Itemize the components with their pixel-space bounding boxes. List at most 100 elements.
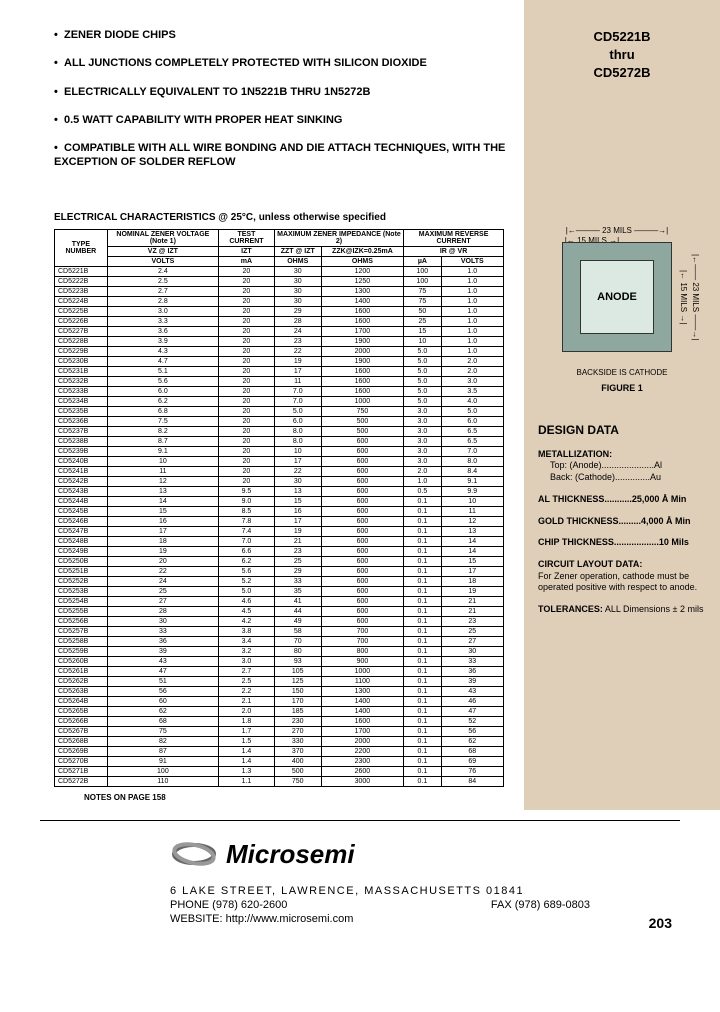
table-cell: 7.0	[274, 396, 321, 406]
table-cell: 75	[107, 726, 218, 736]
table-cell: 5.0	[404, 396, 441, 406]
table-cell: 4.2	[219, 616, 275, 626]
table-cell: 8.5	[219, 506, 275, 516]
table-cell: 0.1	[404, 506, 441, 516]
th-u-volts2: VOLTS	[441, 256, 503, 266]
table-cell: 230	[274, 716, 321, 726]
bullet-text: ALL JUNCTIONS COMPLETELY PROTECTED WITH …	[64, 57, 427, 69]
table-cell: 1300	[321, 286, 404, 296]
table-cell: 22	[274, 466, 321, 476]
table-row: CD5231B5.1201716005.02.0	[55, 366, 504, 376]
tol-label: TOLERANCES:	[538, 604, 603, 614]
th-vz: VZ @ IZT	[107, 246, 218, 256]
table-cell: 330	[274, 736, 321, 746]
right-column-top: CD5221B thru CD5272B	[524, 0, 720, 204]
table-cell: 2.5	[219, 676, 275, 686]
logo-row: Microsemi	[170, 839, 680, 870]
table-cell: 20	[219, 296, 275, 306]
table-cell: 1.4	[219, 756, 275, 766]
table-cell: 20	[219, 376, 275, 386]
table-cell: CD5255B	[55, 606, 108, 616]
datasheet-page: { "parts": { "top": "CD5221B", "mid": "t…	[0, 0, 720, 1012]
metallization-label: METALLIZATION:	[538, 449, 612, 459]
table-row: CD5257B333.8587000.125	[55, 626, 504, 636]
table-cell: 600	[321, 516, 404, 526]
table-cell: 29	[274, 566, 321, 576]
table-cell: 20	[219, 396, 275, 406]
table-cell: 76	[441, 766, 503, 776]
table-cell: 0.1	[404, 686, 441, 696]
table-cell: 9.5	[219, 486, 275, 496]
table-cell: 21	[441, 596, 503, 606]
table-cell: CD5258B	[55, 636, 108, 646]
th-ir: IR @ VR	[404, 246, 504, 256]
table-row: CD5221B2.4203012001001.0	[55, 266, 504, 276]
table-cell: 0.1	[404, 496, 441, 506]
table-cell: 0.1	[404, 636, 441, 646]
table-cell: CD5226B	[55, 316, 108, 326]
table-cell: 25	[107, 586, 218, 596]
table-cell: 11	[107, 466, 218, 476]
table-cell: 2600	[321, 766, 404, 776]
table-cell: 3.0	[404, 436, 441, 446]
table-head: TYPE NUMBER NOMINAL ZENER VOLTAGE (Note …	[55, 229, 504, 266]
table-cell: 4.6	[219, 596, 275, 606]
table-cell: 0.1	[404, 586, 441, 596]
table-cell: CD5231B	[55, 366, 108, 376]
table-cell: 3.4	[219, 636, 275, 646]
table-cell: 15	[107, 506, 218, 516]
footer: Microsemi 6 LAKE STREET, LAWRENCE, MASSA…	[0, 821, 720, 927]
table-cell: CD5262B	[55, 676, 108, 686]
table-cell: 3.0	[404, 416, 441, 426]
table-cell: 1700	[321, 726, 404, 736]
table-cell: 3.0	[404, 406, 441, 416]
table-cell: 0.1	[404, 576, 441, 586]
website: WEBSITE: http://www.microsemi.com	[170, 912, 680, 926]
table-cell: 7.0	[219, 536, 275, 546]
table-row: CD5243B139.5136000.59.9	[55, 486, 504, 496]
table-cell: 18	[107, 536, 218, 546]
gold-thickness: GOLD THICKNESS.........4,000 Å Min	[538, 516, 706, 528]
table-cell: 8.0	[274, 436, 321, 446]
table-cell: 1.3	[219, 766, 275, 776]
al-thickness: AL THICKNESS...........25,000 Å Min	[538, 494, 706, 506]
table-cell: 8.2	[107, 426, 218, 436]
table-row: CD5247B177.4196000.113	[55, 526, 504, 536]
table-cell: 20	[219, 306, 275, 316]
table-cell: 60	[107, 696, 218, 706]
table-row: CD5250B206.2256000.115	[55, 556, 504, 566]
table-cell: 91	[107, 756, 218, 766]
table-cell: 0.1	[404, 696, 441, 706]
bullet-item: •ELECTRICALLY EQUIVALENT TO 1N5221B THRU…	[54, 85, 512, 99]
table-cell: CD5225B	[55, 306, 108, 316]
ec-heading: ELECTRICAL CHARACTERISTICS @ 25°C, unles…	[54, 212, 504, 223]
table-cell: 20	[219, 436, 275, 446]
table-row: CD5253B255.0356000.119	[55, 586, 504, 596]
table-cell: 33	[107, 626, 218, 636]
table-cell: 400	[274, 756, 321, 766]
table-cell: 2.7	[219, 666, 275, 676]
table-cell: 27	[441, 636, 503, 646]
table-row: CD5240B1020176003.08.0	[55, 456, 504, 466]
table-cell: 3.0	[404, 426, 441, 436]
table-cell: 30	[274, 296, 321, 306]
table-cell: 82	[107, 736, 218, 746]
phone: PHONE (978) 620-2600	[170, 898, 287, 912]
table-cell: CD5270B	[55, 756, 108, 766]
table-cell: 600	[321, 466, 404, 476]
table-cell: 1600	[321, 316, 404, 326]
table-cell: 20	[219, 446, 275, 456]
table-cell: CD5221B	[55, 266, 108, 276]
table-cell: 3.0	[441, 376, 503, 386]
table-cell: 10	[274, 446, 321, 456]
chip-diagram: |←——— 23 MILS ———→| |← 15 MILS →| ANODE …	[552, 224, 692, 364]
table-cell: 12	[107, 476, 218, 486]
th-u-ua: µA	[404, 256, 441, 266]
table-cell: 15	[441, 556, 503, 566]
table-cell: 30	[274, 476, 321, 486]
addr-line1: 6 LAKE STREET, LAWRENCE, MASSACHUSETTS 0…	[170, 884, 680, 898]
notes-line: NOTES ON PAGE 158	[84, 793, 504, 802]
table-cell: 5.0	[404, 376, 441, 386]
table-cell: 46	[441, 696, 503, 706]
table-cell: CD5263B	[55, 686, 108, 696]
